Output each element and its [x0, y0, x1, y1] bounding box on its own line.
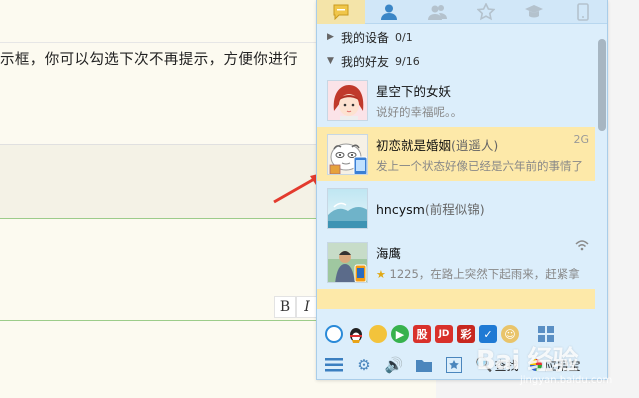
- contact-row[interactable]: 海鹰 ★ 1225，在路上突然下起雨来，赶紧拿: [317, 235, 595, 289]
- wifi-icon: [575, 240, 589, 251]
- coin-icon[interactable]: [369, 325, 387, 343]
- group-icon: [427, 4, 447, 20]
- bold-button[interactable]: B: [274, 296, 296, 318]
- tab-message[interactable]: [317, 0, 366, 24]
- contact-name-line: hncysm(前程似锦): [376, 199, 595, 218]
- graduation-cap-icon: [525, 4, 544, 17]
- jd-icon[interactable]: JD: [435, 325, 453, 343]
- group-label: 我的好友: [341, 54, 390, 69]
- contact-nickname: (逍遥人): [451, 137, 499, 153]
- contact-signature-line: ★ 1225，在路上突然下起雨来，赶紧拿: [376, 266, 595, 282]
- contact-row-partial[interactable]: [317, 289, 595, 309]
- chevron-right-icon: ▶: [327, 32, 334, 42]
- status-star-icon: ★: [376, 267, 386, 281]
- italic-button[interactable]: I: [296, 296, 318, 318]
- speaker-icon[interactable]: 🔊: [385, 356, 404, 374]
- chat-bubble-icon: [333, 4, 349, 20]
- contact-row[interactable]: hncysm(前程似锦): [317, 181, 595, 235]
- avatar: [327, 187, 368, 229]
- avatar: [327, 241, 368, 283]
- group-count: 0/1: [395, 30, 413, 44]
- qq-pet-icon[interactable]: [347, 325, 365, 343]
- watermark-logo: Bai 经验: [476, 346, 578, 376]
- stock-icon[interactable]: 股: [413, 325, 431, 343]
- tab-education[interactable]: [510, 0, 558, 24]
- contact-name-line: 海鹰: [376, 243, 595, 262]
- menu-icon[interactable]: [325, 356, 343, 374]
- contact-info: 海鹰 ★ 1225，在路上突然下起雨来，赶紧拿: [376, 243, 595, 282]
- format-toolbar: B I: [274, 296, 318, 318]
- star-icon: [477, 2, 496, 20]
- contact-list-scrollbar[interactable]: [595, 25, 607, 317]
- contact-row[interactable]: 星空下的女妖 说好的幸福呢。。: [317, 73, 595, 127]
- group-label: 我的设备: [341, 30, 390, 45]
- video-icon[interactable]: ▶: [391, 325, 409, 343]
- scrollbar-thumb[interactable]: [598, 39, 606, 131]
- panel-tabs: [317, 0, 607, 24]
- contact-info: 星空下的女妖 说好的幸福呢。。: [376, 81, 595, 120]
- contact-nickname: (前程似锦): [424, 201, 485, 217]
- contact-name: hncysm: [376, 201, 425, 217]
- chevron-down-icon: ▼: [327, 56, 334, 66]
- contact-name-line: 初恋就是婚姻(逍遥人): [376, 135, 595, 154]
- contact-info: hncysm(前程似锦): [376, 199, 595, 218]
- tab-groups[interactable]: [414, 0, 462, 24]
- qq-contacts-panel: ▶ 我的设备 0/1 ▼ 我的好友 9/16 星空下的女妖 说好的幸福呢。。 初…: [316, 0, 608, 380]
- contact-signature: 说好的幸福呢。。: [376, 104, 463, 119]
- gear-icon[interactable]: ⚙: [355, 356, 373, 374]
- tab-favorites[interactable]: [462, 0, 510, 24]
- avatar: [327, 133, 368, 175]
- qq-browser-icon[interactable]: [325, 325, 343, 343]
- avatar: [327, 79, 368, 121]
- group-my-friends[interactable]: ▼ 我的好友 9/16: [317, 49, 595, 73]
- tab-contacts[interactable]: [365, 0, 413, 24]
- folder-icon[interactable]: [415, 356, 433, 374]
- contact-signature: 发上一个状态好像已经是六年前的事情了: [376, 158, 583, 173]
- group-my-devices[interactable]: ▶ 我的设备 0/1: [317, 25, 595, 49]
- group-count: 9/16: [395, 54, 420, 68]
- contact-list: ▶ 我的设备 0/1 ▼ 我的好友 9/16 星空下的女妖 说好的幸福呢。。 初…: [317, 25, 595, 317]
- contact-info: 初恋就是婚姻(逍遥人) 发上一个状态好像已经是六年前的事情了: [376, 135, 595, 174]
- favorite-star-icon[interactable]: [445, 356, 463, 374]
- contact-name-line: 星空下的女妖: [376, 81, 595, 100]
- network-badge: 2G: [573, 133, 589, 146]
- background-text: 示框，你可以勾选下次不再提示，方便你进行: [0, 52, 298, 68]
- contact-name: 海鹰: [376, 245, 402, 261]
- contact-row-selected[interactable]: 初恋就是婚姻(逍遥人) 发上一个状态好像已经是六年前的事情了 2G: [317, 127, 595, 181]
- contact-name: 星空下的女妖: [376, 83, 452, 99]
- phone-icon: [576, 2, 589, 21]
- person-icon: [381, 4, 398, 20]
- tab-mobile[interactable]: [559, 0, 607, 24]
- watermark-url: jingyan.baidu.com: [520, 375, 613, 386]
- contact-signature: 1225，在路上突然下起雨来，赶紧拿: [389, 266, 580, 281]
- lottery-icon[interactable]: 彩: [457, 325, 475, 343]
- contact-name: 初恋就是婚姻: [376, 137, 452, 153]
